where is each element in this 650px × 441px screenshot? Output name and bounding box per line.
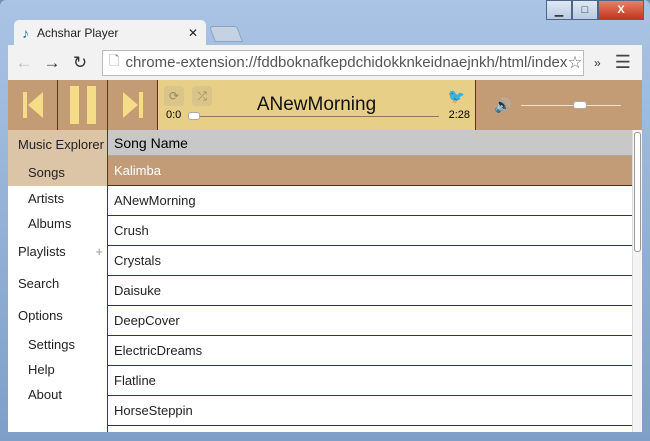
twitter-icon[interactable]: 🐦 xyxy=(448,88,465,105)
song-row[interactable]: HorseSteppin xyxy=(108,396,632,426)
song-row[interactable]: DeepCover xyxy=(108,306,632,336)
volume-control: 🔊 xyxy=(476,80,622,130)
browser-tab[interactable]: ♪ Achshar Player ✕ xyxy=(14,20,206,45)
browser-toolbar: ← → ↻ 🗋 chrome-extension://fddboknafkepd… xyxy=(8,45,642,80)
page-icon: 🗋 xyxy=(109,52,120,68)
back-icon[interactable]: ← xyxy=(12,53,36,73)
duration: 2:28 xyxy=(448,109,470,121)
sidebar: Music Explorer Songs Artists Albums Play… xyxy=(8,130,108,432)
sidebar-item-artists[interactable]: Artists xyxy=(8,186,107,211)
sidebar-item-options[interactable]: Options xyxy=(8,300,107,332)
next-icon xyxy=(122,92,143,118)
song-row[interactable]: ANewMorning xyxy=(108,186,632,216)
song-row[interactable]: Crush xyxy=(108,216,632,246)
url-text: chrome-extension://fddboknafkepdchidokkn… xyxy=(125,54,568,71)
sidebar-item-albums[interactable]: Albums xyxy=(8,211,107,236)
menu-icon[interactable]: ☰ xyxy=(615,52,631,73)
close-window-button[interactable]: X xyxy=(598,0,644,20)
sidebar-music-explorer[interactable]: Music Explorer xyxy=(8,130,107,159)
volume-slider[interactable] xyxy=(521,100,622,109)
new-tab-button[interactable] xyxy=(209,26,243,42)
volume-handle[interactable] xyxy=(573,100,588,109)
song-row[interactable]: Crystals xyxy=(108,246,632,276)
seek-slider[interactable] xyxy=(188,112,439,120)
sidebar-item-songs[interactable]: Songs xyxy=(8,159,107,186)
song-row[interactable]: Flatline xyxy=(108,366,632,396)
seek-handle[interactable] xyxy=(188,112,200,120)
window-controls: ▁ □ X xyxy=(546,0,644,20)
song-list: Song Name Kalimba ANewMorning Crush Crystal… xyxy=(108,130,632,426)
sidebar-item-about[interactable]: About xyxy=(8,382,107,407)
song-row[interactable]: Daisuke xyxy=(108,276,632,306)
song-row[interactable]: ElectricDreams xyxy=(108,336,632,366)
pause-button[interactable] xyxy=(58,80,108,130)
pause-icon xyxy=(69,86,96,124)
speaker-icon[interactable]: 🔊 xyxy=(494,97,511,114)
add-playlist-icon[interactable]: + xyxy=(95,236,103,268)
sidebar-item-help[interactable]: Help xyxy=(8,357,107,382)
extensions-overflow-icon[interactable]: » xyxy=(594,56,601,70)
previous-icon xyxy=(22,92,43,118)
playlists-label: Playlists xyxy=(18,244,66,259)
sidebar-item-search[interactable]: Search xyxy=(8,268,107,300)
maximize-button[interactable]: □ xyxy=(572,0,598,20)
song-row[interactable]: Kalimba xyxy=(108,156,632,186)
forward-icon[interactable]: → xyxy=(40,53,64,73)
music-note-icon: ♪ xyxy=(22,24,29,41)
player-bar: ⟳ ⤮ ANewMorning 🐦 0:0 2:28 🔊 xyxy=(8,80,642,130)
minimize-button[interactable]: ▁ xyxy=(546,0,572,20)
elapsed-time: 0:0 xyxy=(166,109,182,121)
sidebar-item-settings[interactable]: Settings xyxy=(8,332,107,357)
scrollbar[interactable] xyxy=(632,130,642,432)
now-playing-panel: ⟳ ⤮ ANewMorning 🐦 0:0 2:28 xyxy=(158,80,476,130)
sidebar-item-playlists[interactable]: Playlists + xyxy=(8,236,107,268)
scrollbar-thumb[interactable] xyxy=(634,132,641,252)
app-content: Music Explorer Songs Artists Albums Play… xyxy=(8,130,642,432)
column-header-song-name[interactable]: Song Name xyxy=(108,130,632,156)
next-button[interactable] xyxy=(108,80,158,130)
previous-button[interactable] xyxy=(8,80,58,130)
bookmark-star-icon[interactable]: ☆ xyxy=(567,52,583,73)
reload-icon[interactable]: ↻ xyxy=(68,53,92,73)
track-title: ANewMorning xyxy=(256,94,377,115)
address-bar[interactable]: 🗋 chrome-extension://fddboknafkepdchidok… xyxy=(102,49,584,76)
tab-title: Achshar Player xyxy=(37,25,119,40)
close-tab-icon[interactable]: ✕ xyxy=(188,26,198,40)
